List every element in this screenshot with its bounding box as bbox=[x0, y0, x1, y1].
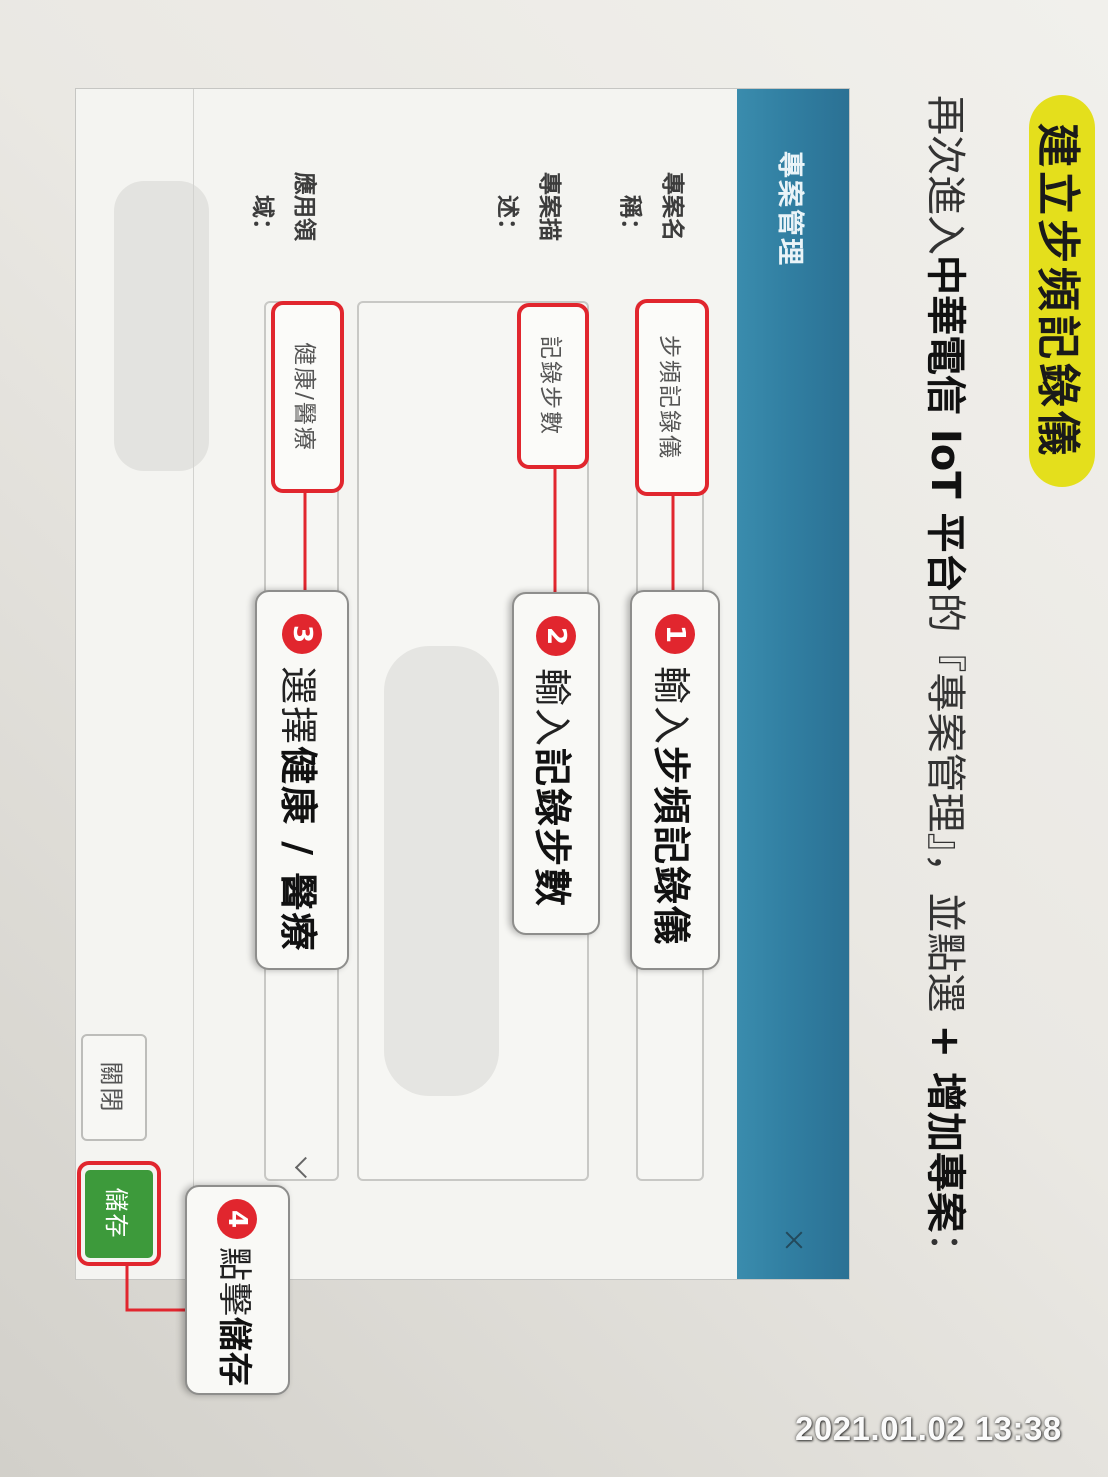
book-page: 建立步頻記錄儀 再次進入中華電信 IoT 平台的『專案管理』，並點選+ 增加專案… bbox=[0, 0, 1108, 1477]
callout-text: 選擇健康 / 醫療 bbox=[275, 666, 330, 952]
callout-text: 輸入記錄步數 bbox=[529, 668, 584, 908]
callout-target: 健康 / 醫療 bbox=[276, 746, 321, 953]
callout-step-2: 2 輸入記錄步數 bbox=[512, 592, 600, 935]
connector-line-4 bbox=[125, 1265, 185, 1312]
callout-step-3: 3 選擇健康 / 醫療 bbox=[255, 590, 349, 970]
photo-timestamp: 2021.01.02 13:38 bbox=[795, 1410, 1062, 1447]
step-number-badge: 4 bbox=[217, 1199, 258, 1239]
callout-verb: 點擊 bbox=[214, 1247, 254, 1317]
photo-frame: { "heading": "建立步頻記錄儀", "instruction": {… bbox=[0, 0, 1108, 1477]
callout-verb: 輸入 bbox=[530, 668, 575, 749]
step-number-badge: 3 bbox=[282, 614, 322, 654]
callout-target: 記錄步數 bbox=[530, 748, 575, 909]
callout-step-4: 4 點擊儲存 bbox=[185, 1185, 290, 1395]
step-number-badge: 2 bbox=[536, 616, 576, 656]
callout-target: 步頻記錄儀 bbox=[649, 746, 694, 947]
callout-text: 輸入步頻記錄儀 bbox=[648, 666, 703, 946]
callout-step-1: 1 輸入步頻記錄儀 bbox=[630, 590, 720, 970]
step-number-badge: 1 bbox=[655, 614, 695, 654]
callout-verb: 輸入 bbox=[649, 666, 694, 747]
callout-verb: 選擇 bbox=[276, 666, 321, 747]
callout-text: 點擊儲存 bbox=[213, 1247, 262, 1387]
callout-target: 儲存 bbox=[214, 1317, 254, 1387]
